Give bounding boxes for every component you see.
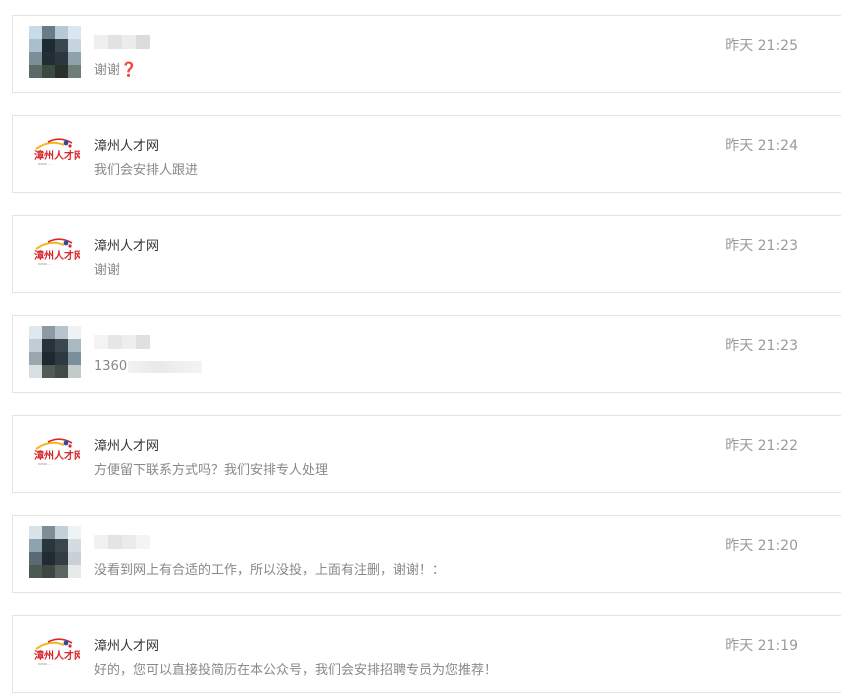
sender-name: 漳州人才网 (94, 239, 160, 254)
message-preview: 好的，您可以直接投简历在本公众号，我们会安排招聘专员为您推荐！ (94, 663, 498, 678)
message-item[interactable]: 漳州人才网 www..... 漳州人才网 谢谢 昨天 21:23 (12, 215, 841, 293)
message-time: 昨天 21:25 (725, 38, 798, 54)
avatar[interactable]: 漳州人才网 www..... (29, 226, 81, 278)
message-time: 昨天 21:22 (725, 438, 798, 454)
message-time: 昨天 21:20 (725, 538, 798, 554)
message-time: 昨天 21:24 (725, 138, 798, 154)
svg-text:www.....: www..... (38, 162, 52, 166)
message-time: 昨天 21:23 (725, 338, 798, 354)
question-mark-icon: ❓ (120, 62, 138, 78)
avatar[interactable] (29, 526, 81, 578)
message-preview: 1360 (94, 359, 203, 374)
blurred-avatar-icon (29, 326, 81, 378)
zhangzhou-rencai-logo-icon: 漳州人才网 www..... (29, 126, 81, 178)
svg-text:www.....: www..... (38, 262, 52, 266)
blurred-avatar-icon (29, 526, 81, 578)
message-item[interactable]: 谢谢❓ 昨天 21:25 (12, 15, 841, 93)
blurred-sender-name (94, 35, 150, 49)
svg-text:漳州人才网: 漳州人才网 (34, 649, 80, 662)
svg-text:www.....: www..... (38, 662, 52, 666)
blurred-sender-name (94, 535, 150, 549)
message-item[interactable]: 1360 昨天 21:23 (12, 315, 841, 393)
sender-name: 漳州人才网 (94, 639, 160, 654)
message-item[interactable]: 漳州人才网 www..... 漳州人才网 方便留下联系方式吗？我们安排专人处理 … (12, 415, 841, 493)
avatar[interactable]: 漳州人才网 www..... (29, 426, 81, 478)
message-preview: 谢谢❓ (94, 62, 138, 78)
message-item[interactable]: 漳州人才网 www..... 漳州人才网 我们会安排人跟进 昨天 21:24 (12, 115, 841, 193)
svg-text:漳州人才网: 漳州人才网 (34, 149, 80, 162)
message-item[interactable]: 没看到网上有合适的工作，所以没投，上面有注删，谢谢！： 昨天 21:20 (12, 515, 841, 593)
blurred-avatar-icon (29, 26, 81, 78)
message-preview: 没看到网上有合适的工作，所以没投，上面有注删，谢谢！： (94, 563, 446, 578)
avatar[interactable]: 漳州人才网 www..... (29, 126, 81, 178)
blurred-sender-name (94, 335, 150, 349)
svg-text:www.....: www..... (38, 462, 52, 466)
message-preview: 我们会安排人跟进 (94, 163, 199, 178)
message-list: 谢谢❓ 昨天 21:25 漳州人才网 www..... 漳州人才网 我们会安排人… (0, 0, 841, 693)
zhangzhou-rencai-logo-icon: 漳州人才网 www..... (29, 626, 81, 678)
sender-name: 漳州人才网 (94, 439, 160, 454)
zhangzhou-rencai-logo-icon: 漳州人才网 www..... (29, 426, 81, 478)
blurred-phone-number (128, 360, 203, 373)
message-item[interactable]: 漳州人才网 www..... 漳州人才网 好的，您可以直接投简历在本公众号，我们… (12, 615, 841, 693)
sender-name: 漳州人才网 (94, 139, 160, 154)
message-preview: 谢谢 (94, 263, 121, 278)
zhangzhou-rencai-logo-icon: 漳州人才网 www..... (29, 226, 81, 278)
svg-text:漳州人才网: 漳州人才网 (34, 449, 80, 462)
message-time: 昨天 21:23 (725, 238, 798, 254)
message-time: 昨天 21:19 (725, 638, 798, 654)
avatar[interactable]: 漳州人才网 www..... (29, 626, 81, 678)
message-preview: 方便留下联系方式吗？我们安排专人处理 (94, 463, 329, 478)
svg-text:漳州人才网: 漳州人才网 (34, 249, 80, 262)
avatar[interactable] (29, 326, 81, 378)
avatar[interactable] (29, 26, 81, 78)
